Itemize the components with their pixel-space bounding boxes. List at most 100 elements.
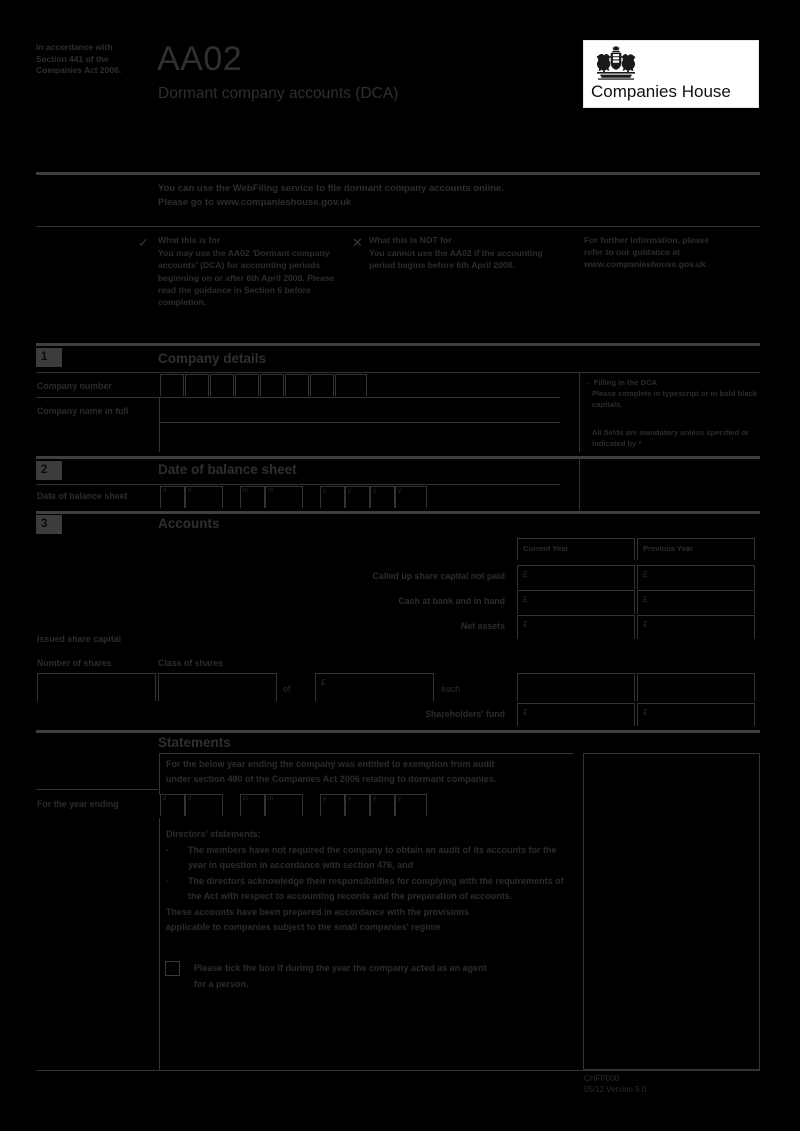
balance-date-yyyy-1[interactable]: y [320, 486, 345, 508]
shareholders-fund-current-input[interactable]: £ [517, 703, 635, 726]
row-label-cash-at-bank: Cash at bank and in hand [398, 596, 505, 606]
arrow-right-icon: → [584, 378, 592, 387]
balance-sheet-date-label: Date of balance sheet [37, 491, 128, 501]
directors-bullet-1: - The members have not required the comp… [166, 843, 566, 874]
net-assets-current-input[interactable]: £ [517, 615, 635, 639]
notice-what-this-is-not-for: What this is NOT for You cannot use the … [369, 234, 549, 272]
webfiling-line2: Please go to www.companieshouse.gov.uk [158, 196, 352, 208]
company-name-input-line1[interactable] [159, 398, 560, 422]
directors-bullet-2-text: The directors acknowledge their responsi… [188, 875, 564, 902]
shareholders-fund-previous-input[interactable]: £ [637, 703, 755, 726]
statements-title: Statements [158, 735, 231, 750]
cash-at-bank-previous-input[interactable]: £ [637, 590, 755, 614]
company-name-label: Company name in full [37, 406, 129, 416]
divider-section3 [36, 511, 760, 514]
called-up-share-capital-previous-input[interactable]: £ [637, 565, 755, 589]
webfiling-notice: You can use the WebFiling service to fil… [158, 182, 558, 209]
closing-line1: These accounts have been prepared in acc… [166, 906, 470, 917]
issued-share-capital-current-blank[interactable] [517, 673, 635, 701]
balance-date-dd-1[interactable]: d [160, 486, 185, 508]
company-name-input-line2[interactable] [159, 423, 560, 452]
company-number-box-1[interactable] [160, 374, 184, 396]
further-line3: www.companieshouse.gov.uk [584, 259, 706, 270]
section-1-title: Company details [158, 351, 267, 366]
notice-notfor-heading: What this is NOT for [369, 235, 452, 245]
year-ending-yyyy-4[interactable]: y [395, 794, 427, 816]
column-header-previous-year-label: Previous Year [643, 544, 694, 553]
accordance-note: In accordance with Section 441 of the Co… [36, 42, 122, 75]
closing-line2: applicable to companies subject to the s… [166, 922, 441, 932]
directors-statements-heading: Directors' statements: [166, 829, 261, 839]
called-up-share-capital-current-input[interactable]: £ [517, 565, 635, 589]
year-ending-yyyy-3[interactable]: y [370, 794, 395, 816]
year-ending-dd-2[interactable]: d [185, 794, 223, 816]
balance-date-yyyy-4[interactable]: y [395, 486, 427, 508]
sidenote-body-1: Please complete in typescript or in bold… [592, 389, 758, 409]
section-3-title: Accounts [158, 516, 220, 531]
year-ending-mm-1[interactable]: m [240, 794, 265, 816]
agent-checkbox[interactable] [165, 961, 180, 976]
issued-share-capital-previous-blank[interactable] [637, 673, 755, 701]
exemption-line1: For the below year ending the company wa… [166, 759, 495, 769]
balance-date-yyyy-2[interactable]: y [345, 486, 370, 508]
footer-code: CHFP000 [584, 1074, 620, 1083]
exemption-line2: under section 480 of the Companies Act 2… [166, 773, 497, 784]
of-label: of [283, 684, 291, 694]
divider-statements [36, 730, 760, 733]
company-number-box-2[interactable] [185, 374, 209, 396]
section-1-number: 1 [36, 348, 62, 367]
agent-text-line2: for a person. [194, 978, 249, 989]
issued-share-capital-title: Issued share capital [37, 634, 122, 644]
companies-house-logo-text: Companies House [591, 82, 731, 101]
year-ending-mm-2[interactable]: m [265, 794, 303, 816]
notice-notfor-body: You cannot use the AA02 if the accountin… [369, 248, 543, 271]
further-line1: For further information, please [584, 235, 710, 245]
nominal-value-input[interactable]: £ [315, 673, 434, 701]
company-number-box-4[interactable] [235, 374, 259, 396]
form-code: AA02 [157, 40, 243, 78]
notice-what-this-is-for: What this is for You may use the AA02 'D… [158, 234, 338, 308]
bullet-marker-1: - [166, 844, 169, 855]
company-number-label: Company number [37, 381, 112, 391]
footer: CHFP000 05/12 Version 5.0 [584, 1073, 646, 1095]
divider-balance-date [36, 484, 560, 485]
directors-bullet-1-text: The members have not required the compan… [188, 844, 557, 871]
year-ending-yyyy-2[interactable]: y [345, 794, 370, 816]
sidenote-divider [579, 373, 580, 452]
for-the-year-ending-label: For the year ending [37, 799, 119, 809]
class-of-shares-input[interactable] [158, 673, 277, 701]
number-of-shares-input[interactable] [37, 673, 156, 701]
divider-section2 [36, 456, 760, 459]
company-number-box-6[interactable] [285, 374, 309, 396]
row-label-called-up-share-capital: Called up share capital not paid [372, 571, 505, 581]
balance-date-yyyy-3[interactable]: y [370, 486, 395, 508]
webfiling-line1: You can use the WebFiling service to fil… [158, 183, 504, 194]
balance-date-mm-2[interactable]: m [265, 486, 303, 508]
class-of-shares-label: Class of shares [158, 658, 224, 668]
balance-date-dd-2[interactable]: d [185, 486, 223, 508]
companies-house-logo: Companies House [583, 40, 759, 108]
year-ending-dd-1[interactable]: d [160, 794, 185, 816]
further-line2: refer to our guidance at [584, 247, 680, 258]
form-page: In accordance with Section 441 of the Co… [0, 0, 800, 1131]
balance-date-mm-1[interactable]: m [240, 486, 265, 508]
agent-text-line1: Please tick the box if during the year t… [194, 963, 487, 973]
sidenote-filling-in: → Filling in the DCA [584, 377, 754, 388]
form-subtitle: Dormant company accounts (DCA) [158, 85, 399, 102]
net-assets-previous-input[interactable]: £ [637, 615, 755, 639]
divider-footer [36, 1070, 760, 1071]
company-number-box-7[interactable] [310, 374, 334, 396]
number-of-shares-label: Number of shares [37, 658, 112, 668]
footer-version: 05/12 Version 5.0 [584, 1085, 647, 1094]
company-number-box-8[interactable] [335, 374, 367, 396]
agent-checkbox-text: Please tick the box if during the year t… [194, 961, 564, 992]
cash-at-bank-current-input[interactable]: £ [517, 590, 635, 614]
section-3-number: 3 [36, 515, 62, 534]
notice-for-heading: What this is for [158, 235, 221, 245]
year-ending-yyyy-1[interactable]: y [320, 794, 345, 816]
section-2-title: Date of balance sheet [158, 462, 297, 477]
row-label-net-assets: Net assets [460, 621, 505, 631]
column-header-current-year-label: Current Year [523, 544, 569, 553]
company-number-box-5[interactable] [260, 374, 284, 396]
company-number-box-3[interactable] [210, 374, 234, 396]
